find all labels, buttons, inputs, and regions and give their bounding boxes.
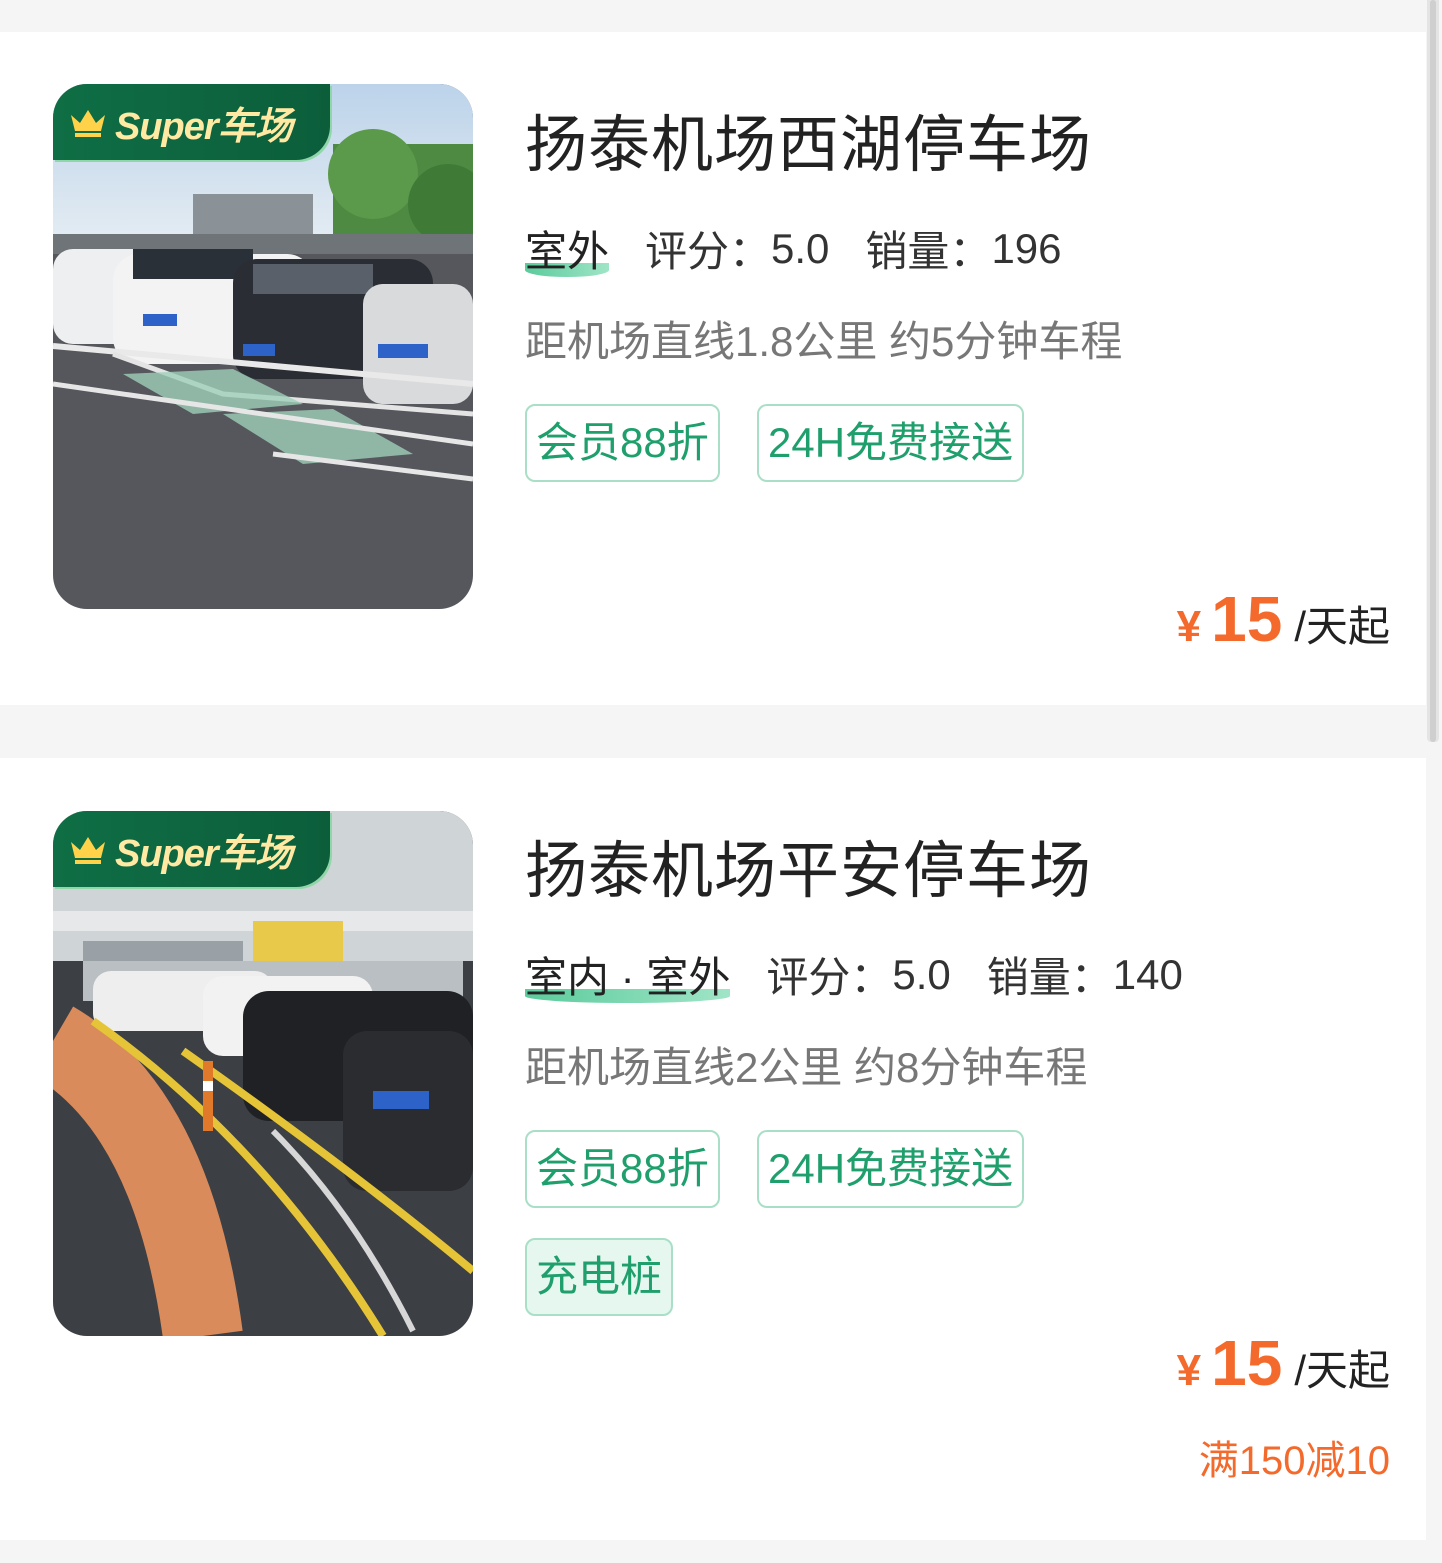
parking-lot-card[interactable]: Super车场 扬泰机场平安停车场 室内 · 室外 评分： 5.0 销量： 14… xyxy=(0,758,1426,1540)
price-amount: 15 xyxy=(1211,1327,1283,1399)
crown-icon xyxy=(71,110,105,137)
promo-text: 满150减10 xyxy=(1198,1439,1390,1483)
sales-label: 销量： xyxy=(865,228,992,275)
crown-icon xyxy=(71,837,105,864)
rating-value: 5.0 xyxy=(771,224,830,272)
tag-charging-station: 充电桩 xyxy=(525,1238,674,1316)
sales-label: 销量： xyxy=(986,954,1113,1001)
distance-text: 距机场直线2公里 约8分钟车程 xyxy=(525,1044,1088,1091)
super-lot-badge: Super车场 xyxy=(53,811,330,887)
scrollbar-thumb[interactable] xyxy=(1430,0,1436,742)
price: ¥ 15 /天起 xyxy=(1177,582,1390,656)
currency-symbol: ¥ xyxy=(1176,1346,1202,1395)
parking-lot-photo: Super车场 xyxy=(53,84,473,609)
price-unit: /天起 xyxy=(1294,1347,1390,1394)
tag-member-discount: 会员88折 xyxy=(525,1130,720,1208)
price-unit: /天起 xyxy=(1294,603,1390,650)
super-lot-badge: Super车场 xyxy=(53,84,330,160)
scrollbar[interactable] xyxy=(1427,0,1439,742)
distance-text: 距机场直线1.8公里 约5分钟车程 xyxy=(525,318,1123,365)
sales-value: 196 xyxy=(991,224,1062,272)
sales-value: 140 xyxy=(1112,950,1183,998)
parking-lot-name: 扬泰机场平安停车场 xyxy=(525,837,1093,906)
tag-free-shuttle: 24H免费接送 xyxy=(757,404,1025,482)
price: ¥ 15 /天起 xyxy=(1177,1326,1390,1400)
parking-lot-list: Super车场 扬泰机场西湖停车场 室外 评分： 5.0 销量： 196 距机场… xyxy=(0,0,1442,1563)
parking-lot-meta: 室内 · 室外 评分： 5.0 销量： 140 xyxy=(525,944,1183,1005)
lot-type: 室内 · 室外 xyxy=(525,954,731,1003)
currency-symbol: ¥ xyxy=(1176,602,1202,651)
parking-lot-photo: Super车场 xyxy=(53,811,473,1336)
price-amount: 15 xyxy=(1211,583,1283,655)
tag-member-discount: 会员88折 xyxy=(525,404,720,482)
parking-lot-meta: 室外 评分： 5.0 销量： 196 xyxy=(525,218,1062,279)
rating-label: 评分： xyxy=(766,954,893,1001)
rating-label: 评分： xyxy=(645,228,772,275)
rating-value: 5.0 xyxy=(892,950,951,998)
tag-free-shuttle: 24H免费接送 xyxy=(757,1130,1025,1208)
parking-lot-name: 扬泰机场西湖停车场 xyxy=(525,111,1093,180)
parking-lot-card[interactable]: Super车场 扬泰机场西湖停车场 室外 评分： 5.0 销量： 196 距机场… xyxy=(0,32,1426,705)
lot-type: 室外 xyxy=(525,228,610,277)
